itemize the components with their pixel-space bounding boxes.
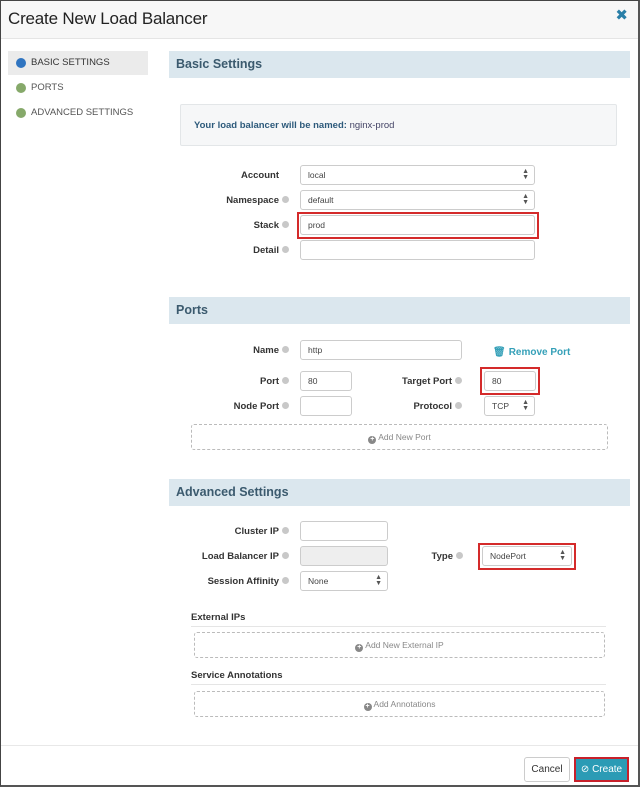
dialog-header: Create New Load Balancer ✖ — [1, 1, 638, 39]
external-ips-heading: External IPs — [191, 612, 606, 627]
select-arrows-icon: ▲ ▼ — [522, 168, 529, 181]
section-heading-ports: Ports — [169, 297, 630, 324]
add-new-port-button[interactable]: + Add New Port — [191, 424, 608, 450]
name-preview-label: Your load balancer will be named: — [194, 120, 347, 131]
port-name-input[interactable]: http — [300, 340, 462, 360]
protocol-select[interactable]: TCP ▲ ▼ — [484, 396, 535, 416]
help-icon — [282, 196, 289, 203]
service-annotations-heading: Service Annotations — [191, 670, 606, 685]
protocol-label: Protocol — [381, 401, 462, 412]
create-load-balancer-dialog: Create New Load Balancer ✖ BASIC SETTING… — [0, 0, 640, 787]
target-port-highlight — [480, 367, 540, 395]
cluster-ip-label: Cluster IP — [181, 526, 289, 537]
help-icon — [282, 402, 289, 409]
help-icon — [282, 246, 289, 253]
nav-item-ports[interactable]: PORTS — [8, 76, 148, 100]
detail-input[interactable] — [300, 240, 535, 260]
session-affinity-label: Session Affinity — [181, 576, 289, 587]
dialog-title: Create New Load Balancer — [8, 9, 208, 28]
add-external-ip-button[interactable]: + Add New External IP — [194, 632, 605, 658]
status-dot-icon — [16, 83, 26, 93]
name-preview-banner: Your load balancer will be named: nginx-… — [180, 104, 617, 146]
target-port-label: Target Port — [381, 376, 462, 387]
nav-item-basic-settings[interactable]: BASIC SETTINGS — [8, 51, 148, 75]
port-label: Port — [191, 376, 289, 387]
stack-label: Stack — [191, 220, 289, 231]
select-arrows-icon: ▲ ▼ — [522, 399, 529, 412]
nav-item-label: BASIC SETTINGS — [31, 57, 110, 68]
stack-highlight — [297, 212, 539, 239]
load-balancer-ip-label: Load Balancer IP — [181, 551, 289, 562]
help-icon — [282, 377, 289, 384]
wizard-nav: BASIC SETTINGS PORTS ADVANCED SETTINGS — [8, 51, 148, 126]
type-highlight — [478, 543, 576, 570]
load-balancer-ip-input[interactable] — [300, 546, 388, 566]
session-affinity-select[interactable]: None ▲ ▼ — [300, 571, 388, 591]
help-icon — [282, 527, 289, 534]
footer-divider — [1, 745, 638, 746]
port-name-label: Name — [191, 345, 289, 356]
close-icon[interactable]: ✖ — [615, 6, 628, 24]
select-arrows-icon: ▲ ▼ — [522, 193, 529, 206]
help-icon — [282, 346, 289, 353]
remove-port-button[interactable]: 🗑 Remove Port — [493, 347, 570, 358]
help-icon — [456, 552, 463, 559]
nav-item-label: ADVANCED SETTINGS — [31, 107, 134, 118]
nav-item-label: PORTS — [31, 82, 64, 93]
nav-item-advanced-settings[interactable]: ADVANCED SETTINGS — [8, 101, 148, 125]
node-port-input[interactable] — [300, 396, 352, 416]
account-select[interactable]: local ▲ ▼ — [300, 165, 535, 185]
create-button[interactable]: ⊘ Create — [574, 757, 629, 782]
name-preview-value: nginx-prod — [349, 120, 395, 131]
add-annotations-button[interactable]: + Add Annotations — [194, 691, 605, 717]
plus-circle-icon: + — [355, 644, 364, 652]
status-dot-icon — [16, 108, 26, 118]
check-circle-icon: ⊘ — [580, 764, 590, 775]
help-icon — [455, 377, 462, 384]
help-icon — [282, 577, 289, 584]
help-icon — [455, 402, 462, 409]
cluster-ip-input[interactable] — [300, 521, 388, 541]
section-heading-basic-settings: Basic Settings — [169, 51, 630, 78]
help-icon — [282, 221, 289, 228]
type-label: Type — [401, 551, 463, 562]
trash-icon: 🗑 — [493, 347, 506, 358]
cancel-button[interactable]: Cancel — [524, 757, 570, 782]
section-heading-advanced-settings: Advanced Settings — [169, 479, 630, 506]
plus-circle-icon: + — [363, 703, 372, 711]
node-port-label: Node Port — [191, 401, 289, 412]
port-input[interactable]: 80 — [300, 371, 352, 391]
detail-label: Detail — [191, 245, 289, 256]
namespace-label: Namespace — [191, 195, 289, 206]
namespace-select[interactable]: default ▲ ▼ — [300, 190, 535, 210]
account-label: Account — [241, 170, 279, 181]
status-dot-icon — [16, 58, 26, 68]
select-arrows-icon: ▲ ▼ — [375, 574, 382, 587]
help-icon — [282, 552, 289, 559]
plus-circle-icon: + — [368, 436, 377, 444]
